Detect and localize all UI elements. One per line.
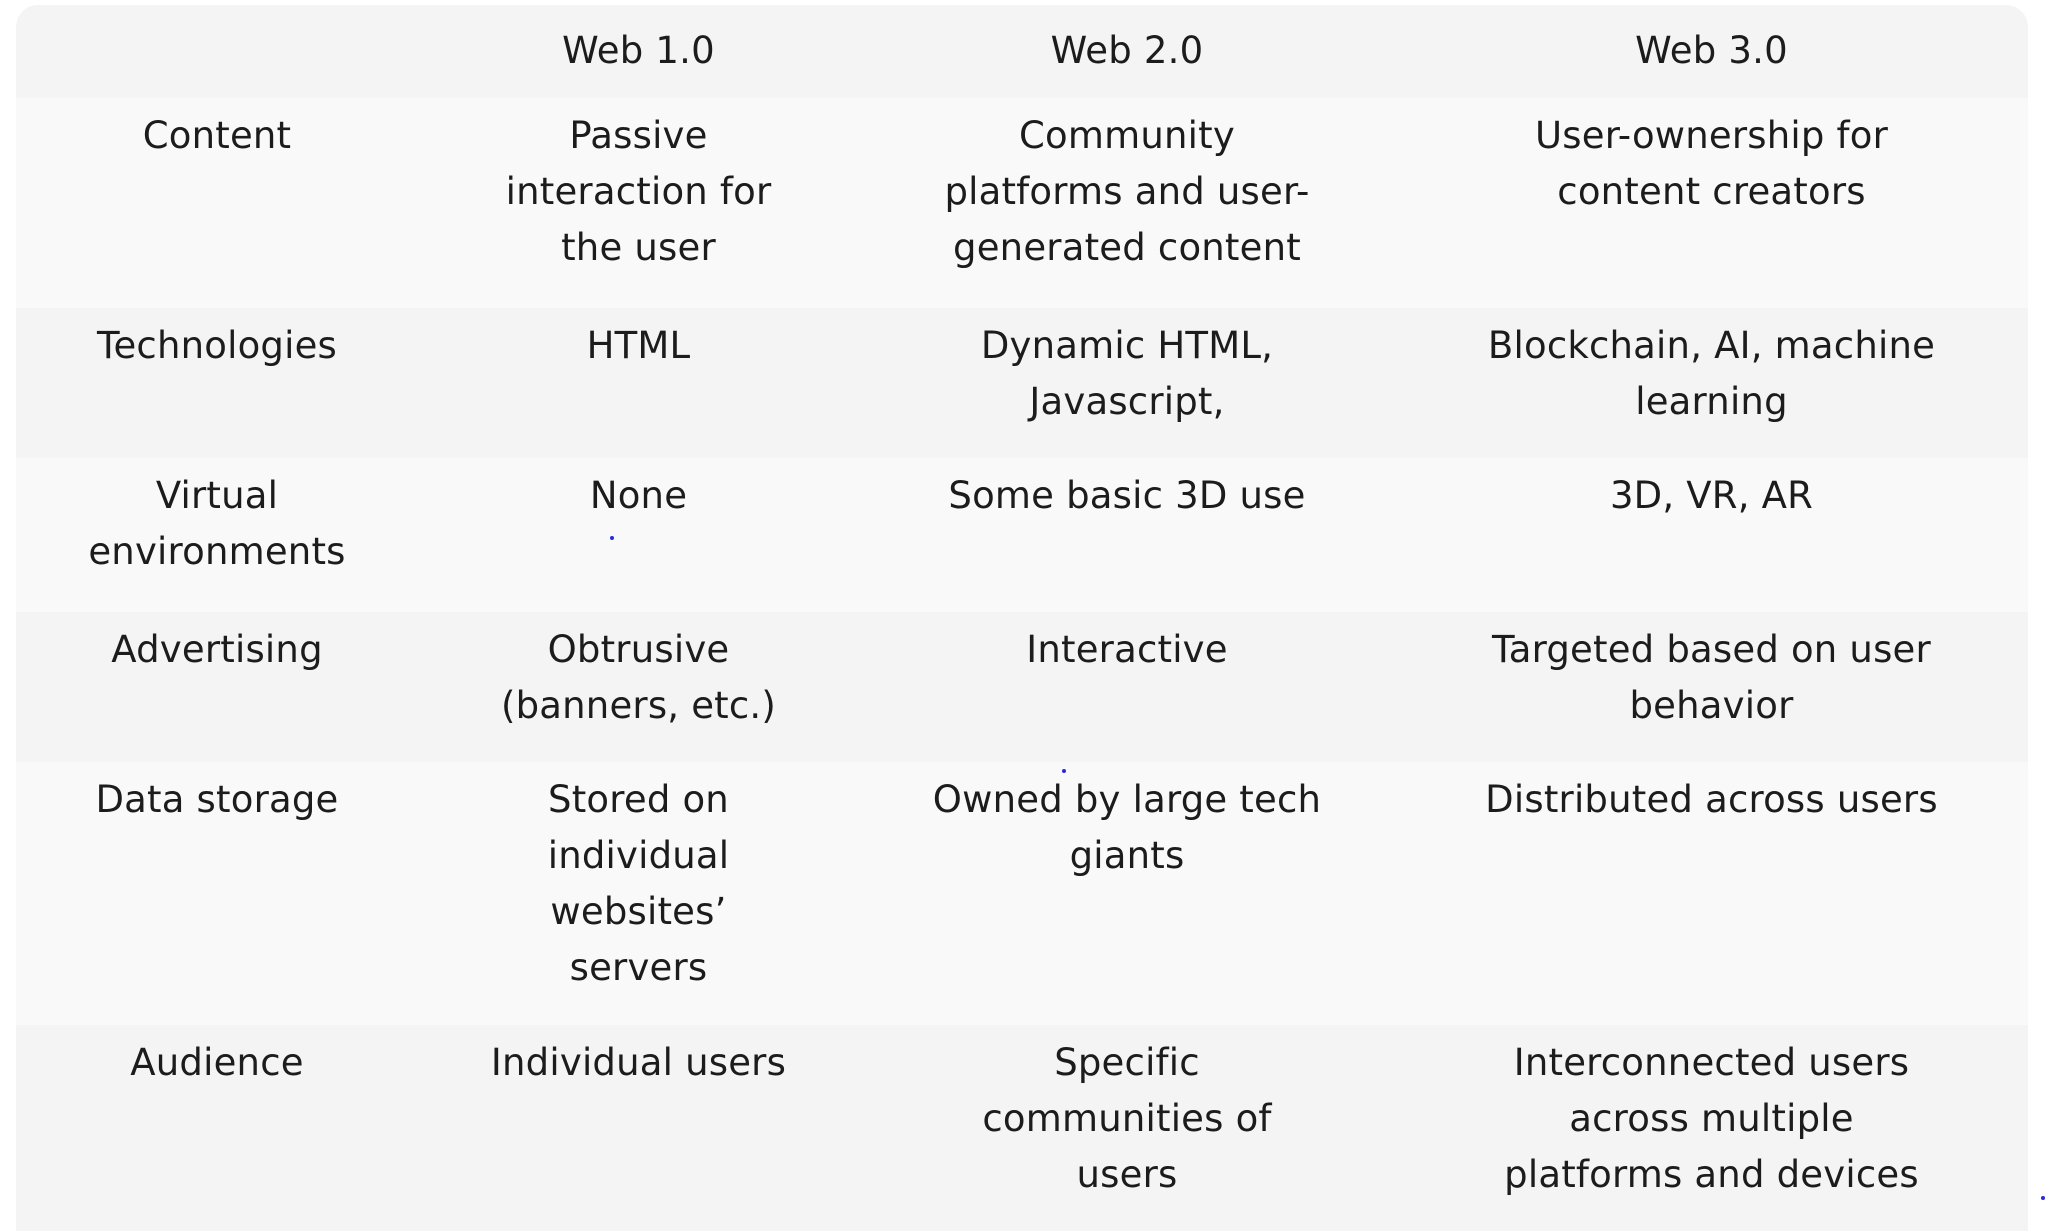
table-header-row: Web 1.0 Web 2.0 Web 3.0 <box>16 5 2028 98</box>
cell-web2: Dynamic HTML, Javascript, <box>980 324 1274 423</box>
table-row-content: Content Passive interaction for the user… <box>16 98 2028 308</box>
table-row-advertising: Advertising Obtrusive (banners, etc.) In… <box>16 612 2028 762</box>
cell-web2: Owned by large tech giants <box>932 778 1322 877</box>
cell-web2: Some basic 3D use <box>948 474 1306 517</box>
cell-web2: Community platforms and user- generated … <box>944 114 1310 269</box>
row-label: Audience <box>130 1041 304 1084</box>
cell-web1: Stored on individual websites’ servers <box>547 778 730 989</box>
stray-dot-marker <box>610 536 614 540</box>
cell-web3: User-ownership for content creators <box>1534 114 1889 213</box>
cell-web1: Obtrusive (banners, etc.) <box>500 628 777 727</box>
cell-web2: Interactive <box>1026 628 1228 671</box>
row-label: Content <box>142 114 292 157</box>
cell-web3: 3D, VR, AR <box>1609 474 1814 517</box>
cell-web1: Individual users <box>490 1041 787 1084</box>
table-row-audience: Audience Individual users Specific commu… <box>16 1025 2028 1231</box>
row-label: Data storage <box>95 778 339 821</box>
cell-web1: HTML <box>586 324 691 367</box>
header-cell-web3: Web 3.0 <box>1635 29 1788 72</box>
row-label: Technologies <box>96 324 338 367</box>
header-cell-web1: Web 1.0 <box>562 29 715 72</box>
header-cell-empty <box>16 5 418 98</box>
cell-web1: Passive interaction for the user <box>505 114 772 269</box>
row-label: Virtual environments <box>88 474 346 573</box>
web-comparison-table: Web 1.0 Web 2.0 Web 3.0 Content Passive … <box>16 5 2028 1231</box>
cell-web3: Interconnected users across multiple pla… <box>1504 1041 1919 1196</box>
cell-web3: Targeted based on user behavior <box>1492 628 1931 727</box>
cell-web3: Blockchain, AI, machine learning <box>1487 324 1936 423</box>
cell-web2: Specific communities of users <box>982 1041 1272 1196</box>
table-row-data-storage: Data storage Stored on individual websit… <box>16 762 2028 1025</box>
header-cell-web2: Web 2.0 <box>1050 29 1204 72</box>
cell-web3: Distributed across users <box>1485 778 1938 821</box>
stray-dot-marker <box>1062 769 1066 773</box>
row-label: Advertising <box>111 628 323 671</box>
cell-web1: None <box>589 474 688 517</box>
stray-dot-marker <box>2041 1196 2045 1200</box>
table-row-virtual-environments: Virtual environments None Some basic 3D … <box>16 458 2028 612</box>
table-row-technologies: Technologies HTML Dynamic HTML, Javascri… <box>16 308 2028 458</box>
